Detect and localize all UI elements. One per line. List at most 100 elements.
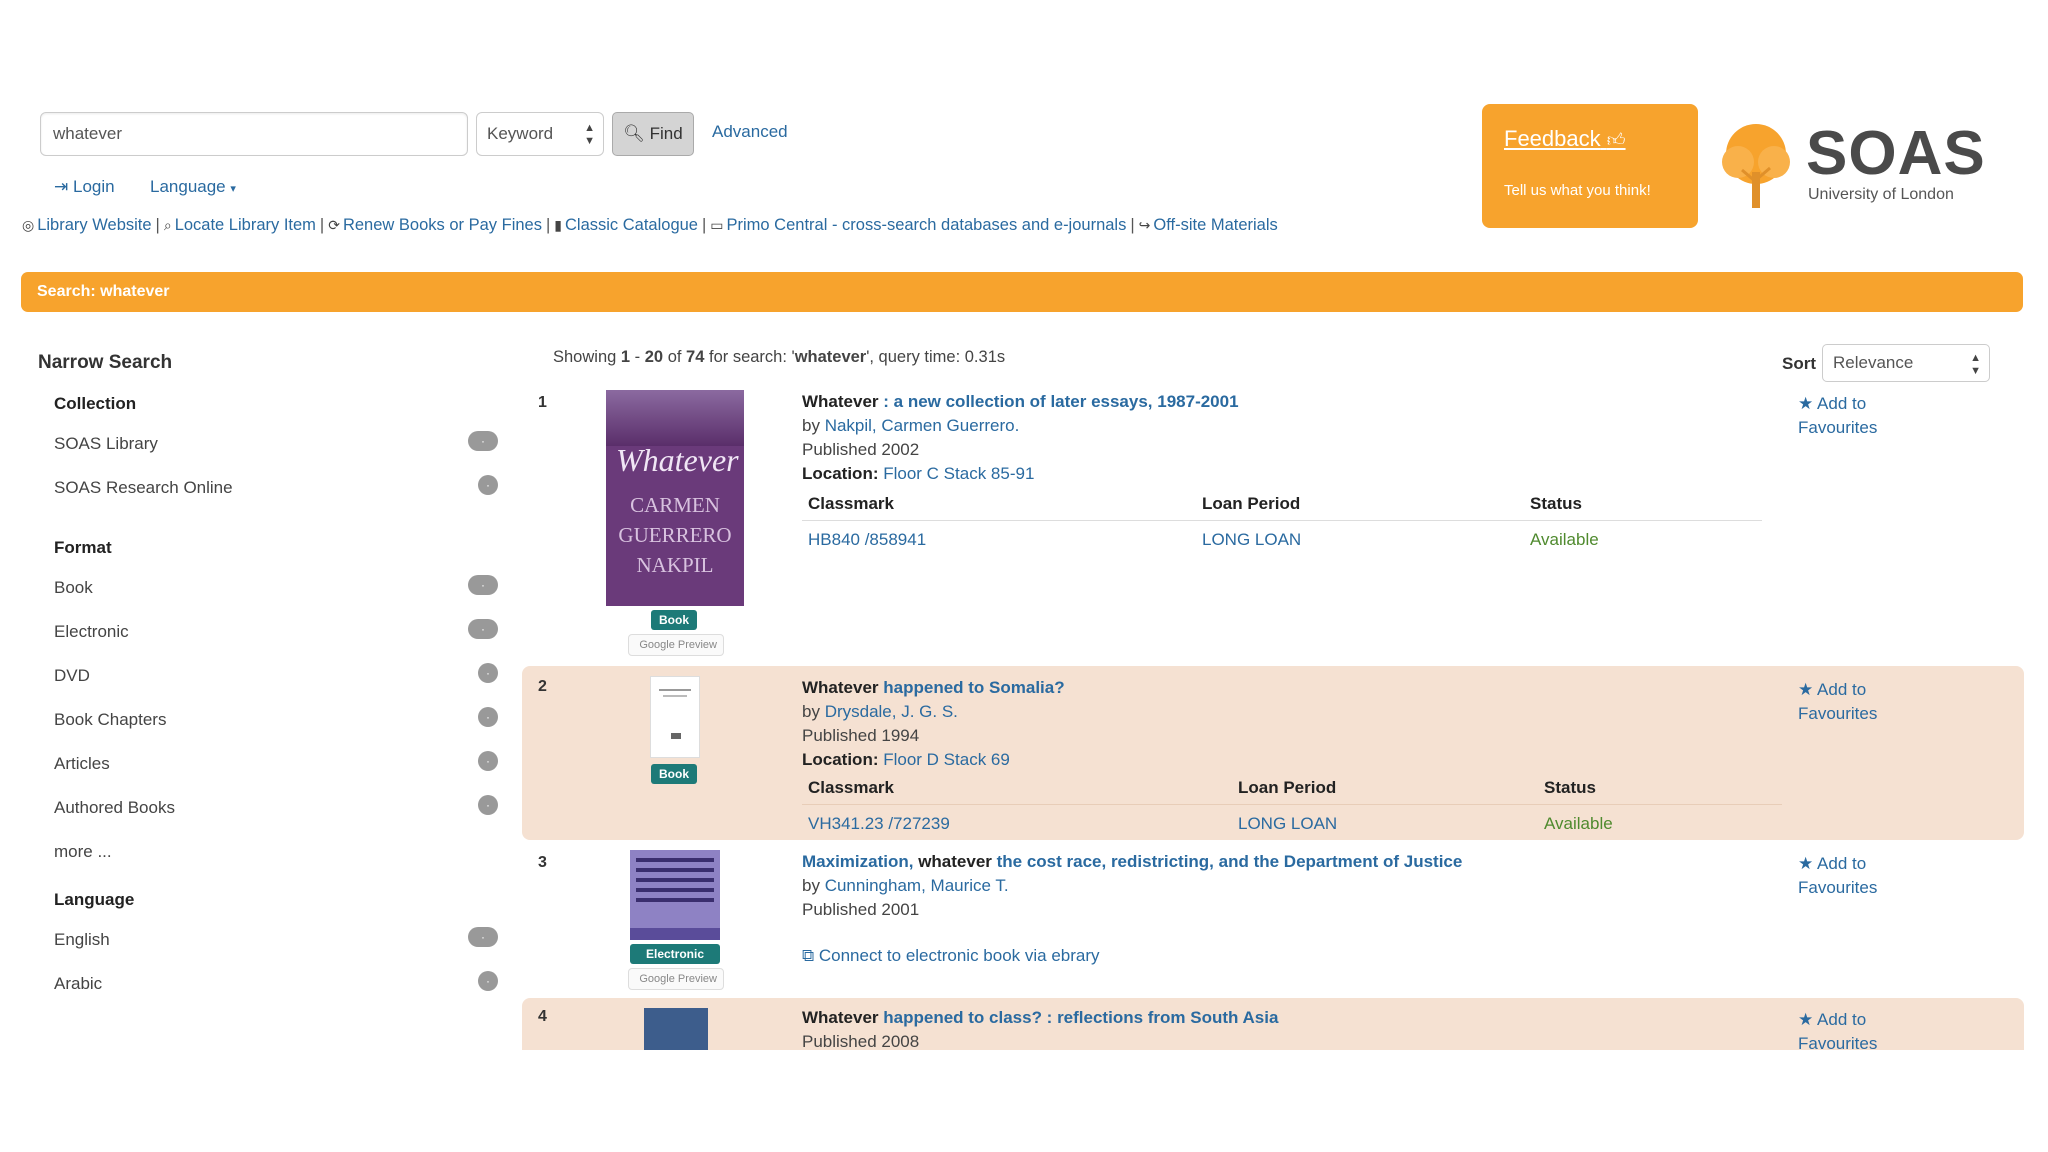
result-row: 2 Book Whatever happened to Somalia? by … (522, 666, 2024, 840)
cover-author-line: CARMEN (630, 493, 720, 517)
published-line: Published 2001 (802, 900, 920, 919)
facet-more-link[interactable]: more ... (54, 842, 498, 862)
feedback-title[interactable]: Feedback 👍︎ (1504, 126, 1626, 152)
facet-count-badge: · (478, 971, 498, 991)
fav-line1: Add to (1817, 394, 1867, 413)
title-highlight: whatever (918, 852, 992, 871)
loan-period-value: LONG LOAN (1238, 814, 1338, 833)
table-divider (802, 804, 1782, 805)
facet-item-authored-books[interactable]: Authored Books · (54, 795, 498, 842)
quicklinks-bar: ◎ Library Website | ⌕ Locate Library Item | ⟳ R… (22, 216, 1278, 235)
facet-item-book[interactable]: Book · (54, 575, 498, 622)
fav-line1: Add to (1817, 680, 1867, 699)
title-start: Maximization, (802, 852, 919, 871)
location-link[interactable]: Floor C Stack 85-91 (883, 464, 1034, 483)
facet-item-english[interactable]: English · (54, 927, 498, 974)
search-type-select[interactable]: Keyword ▲ ▼ (476, 112, 604, 156)
facet-label: Articles (54, 754, 110, 773)
book-cover[interactable] (650, 676, 700, 758)
result-number: 2 (538, 678, 547, 695)
facet-label: DVD (54, 666, 90, 685)
primo-central-link[interactable]: Primo Central - cross-search databases a… (727, 216, 1127, 234)
off-site-materials-link[interactable]: Off-site Materials (1153, 216, 1277, 234)
fav-line1: Add to (1817, 1010, 1867, 1029)
result-title-link[interactable]: Maximization, whatever the cost race, re… (802, 852, 1462, 872)
add-to-favourites[interactable]: ★ Add to Favourites (1798, 852, 1877, 900)
soas-logo[interactable]: SOAS University of London (1716, 118, 2000, 218)
google-preview-button[interactable]: Google Preview (628, 634, 724, 656)
author-link[interactable]: Drysdale, J. G. S. (825, 702, 958, 721)
locate-item-link[interactable]: Locate Library Item (175, 216, 316, 234)
feedback-subtitle: Tell us what you think! (1504, 182, 1651, 199)
facet-item-articles[interactable]: Articles · (54, 751, 498, 798)
search-input[interactable] (40, 112, 468, 156)
bottom-whitespace (0, 1050, 2048, 1152)
select-arrows-icon: ▲ ▼ (584, 122, 595, 147)
result-suffix: ', query time: 0.31s (866, 348, 1006, 366)
find-button[interactable]: 🔍︎ Find (612, 112, 694, 156)
result-number: 4 (538, 1008, 547, 1025)
renew-books-link[interactable]: Renew Books or Pay Fines (343, 216, 542, 234)
result-title-link[interactable]: Whatever happened to class? : reflection… (802, 1008, 1278, 1028)
facet-item-arabic[interactable]: Arabic · (54, 971, 498, 1018)
title-rest: happened to Somalia? (878, 678, 1065, 697)
login-link[interactable]: ⇥ Login (54, 177, 115, 197)
add-to-favourites[interactable]: ★ Add to Favourites (1798, 1008, 1877, 1056)
by-prefix: by (802, 702, 825, 721)
facet-count-badge: · (468, 575, 498, 595)
status-header: Status (1530, 494, 1582, 513)
add-to-favourites[interactable]: ★ Add to Favourites (1798, 392, 1877, 440)
result-title-link[interactable]: Whatever happened to Somalia? (802, 678, 1065, 698)
tree-logo-icon (1722, 124, 1790, 208)
published-line: Published 1994 (802, 726, 920, 745)
facet-group-format: Format (54, 538, 112, 557)
language-menu[interactable]: Language ▾ (150, 177, 236, 197)
result-start: 1 (620, 348, 631, 366)
sort-value: Relevance (1833, 353, 1914, 372)
login-icon: ⇥ (54, 177, 69, 196)
facet-item-electronic[interactable]: Electronic · (54, 619, 498, 666)
connect-ebook-link[interactable]: ⧉ Connect to electronic book via ebrary (802, 946, 1100, 966)
result-title-link[interactable]: Whatever : a new collection of later ess… (802, 392, 1239, 412)
facet-item-soas-research-online[interactable]: SOAS Research Online · (54, 475, 498, 522)
fav-line1: Add to (1817, 854, 1867, 873)
advanced-search-link[interactable]: Advanced (712, 122, 788, 142)
facet-item-dvd[interactable]: DVD · (54, 663, 498, 710)
location-link[interactable]: Floor D Stack 69 (883, 750, 1010, 769)
star-icon: ★ (1798, 1010, 1814, 1029)
author-link[interactable]: Nakpil, Carmen Guerrero. (825, 416, 1020, 435)
book-cover[interactable]: Whatever CARMEN GUERRERO NAKPIL (606, 390, 744, 606)
result-total: 74 (686, 348, 705, 366)
by-prefix: by (802, 416, 825, 435)
facet-label: Authored Books (54, 798, 175, 817)
classmark-value[interactable]: VH341.23 /727239 (808, 814, 950, 834)
sidebar-title: Narrow Search (38, 352, 173, 373)
facet-item-book-chapters[interactable]: Book Chapters · (54, 707, 498, 754)
feedback-link[interactable]: Feedback (1504, 126, 1601, 151)
facet-item-soas-library[interactable]: SOAS Library · (54, 431, 498, 478)
format-badge: Electronic (630, 944, 720, 964)
location-line: Location: Floor D Stack 69 (802, 750, 1010, 770)
search-banner: Search: whatever (21, 272, 2023, 312)
facet-label: SOAS Library (54, 434, 158, 453)
fav-line2: Favourites (1798, 418, 1878, 437)
author-link[interactable]: Cunningham, Maurice T. (825, 876, 1009, 895)
add-to-favourites[interactable]: ★ Add to Favourites (1798, 678, 1877, 726)
facet-label: Arabic (54, 974, 103, 993)
book-cover[interactable] (630, 850, 720, 940)
classmark-value[interactable]: HB840 /858941 (808, 530, 926, 550)
result-row: 3 Electronic Google Preview Maximization… (522, 846, 2024, 994)
format-badge: Book (651, 764, 697, 784)
loan-period-header: Loan Period (1238, 778, 1337, 797)
google-preview-button[interactable]: Google Preview (628, 968, 724, 990)
feedback-box[interactable]: Feedback 👍︎ Tell us what you think! (1482, 104, 1698, 228)
classic-catalogue-link[interactable]: Classic Catalogue (565, 216, 698, 234)
classmark-header: Classmark (808, 778, 895, 797)
facet-group-language: Language (54, 890, 135, 909)
cover-title: Whatever (616, 442, 739, 478)
sort-select[interactable]: Relevance ▲ ▼ (1822, 344, 1990, 382)
connect-ebook-label: Connect to electronic book via ebrary (818, 946, 1100, 965)
library-website-link[interactable]: Library Website (37, 216, 151, 234)
status-header: Status (1544, 778, 1596, 797)
holdings-table: Classmark Loan Period Status HB840 /8589… (802, 494, 1762, 564)
